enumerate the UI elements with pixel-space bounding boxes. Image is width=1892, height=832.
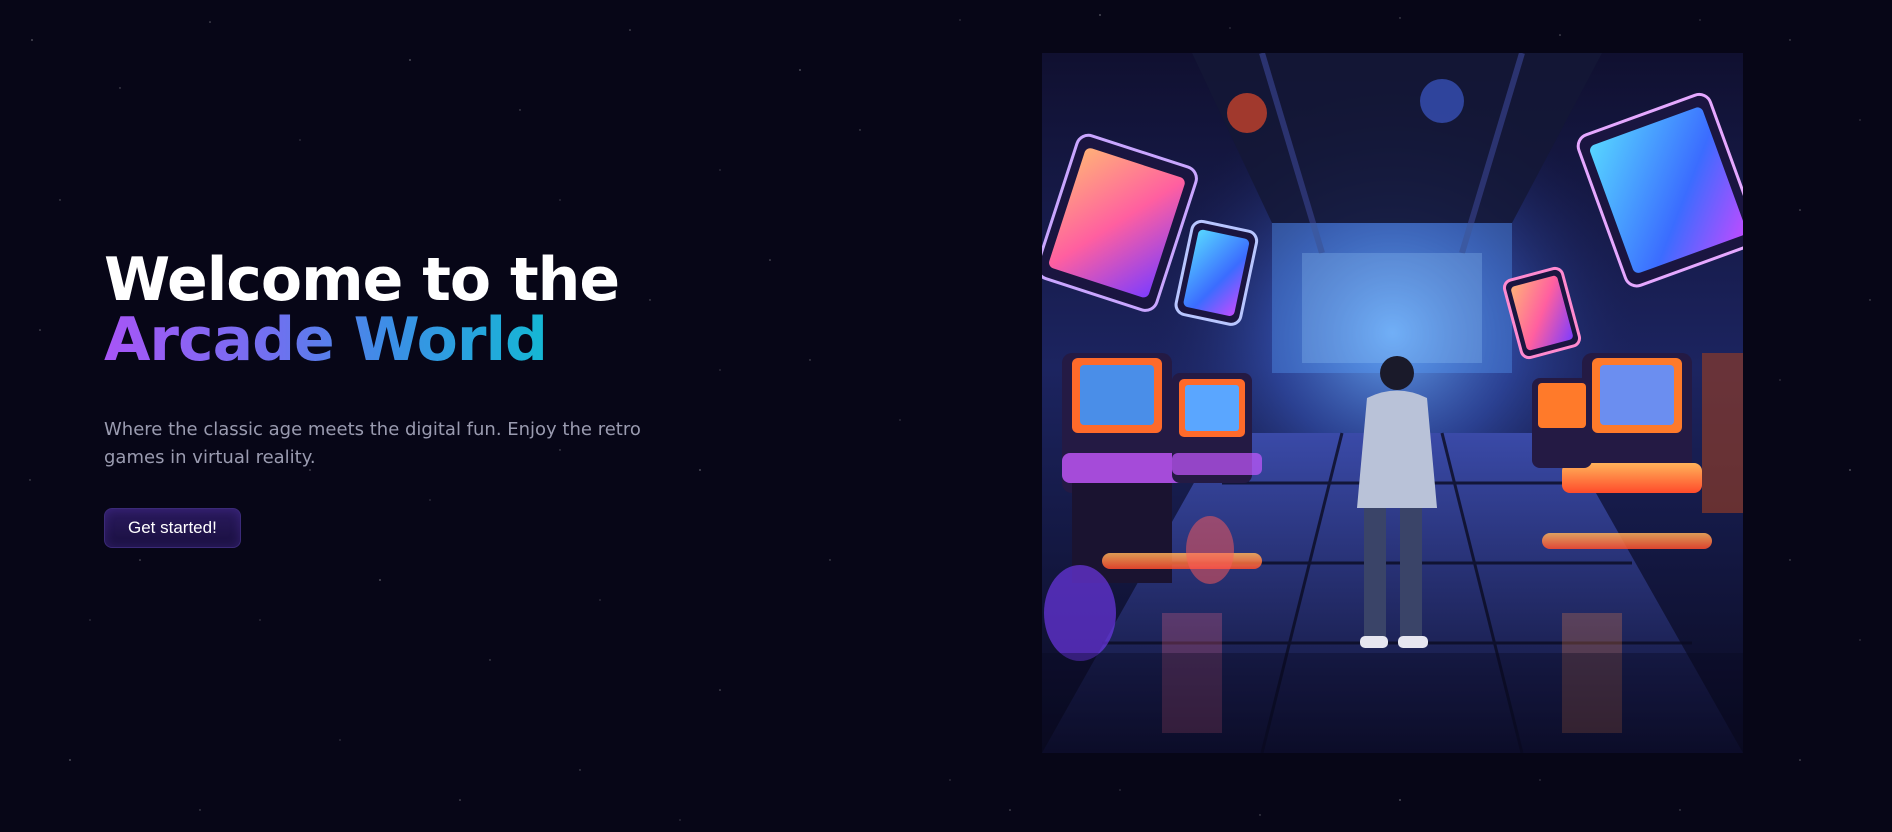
get-started-button[interactable]: Get started!	[104, 508, 241, 548]
headline-line-2-gradient: Arcade World	[104, 305, 548, 375]
hero-section: Welcome to the Arcade World Where the cl…	[104, 250, 724, 548]
hero-headline: Welcome to the Arcade World	[104, 250, 724, 370]
arcade-hero-image	[1042, 53, 1743, 753]
hero-subtitle: Where the classic age meets the digital …	[104, 419, 641, 468]
headline-line-1: Welcome to the	[104, 245, 620, 315]
